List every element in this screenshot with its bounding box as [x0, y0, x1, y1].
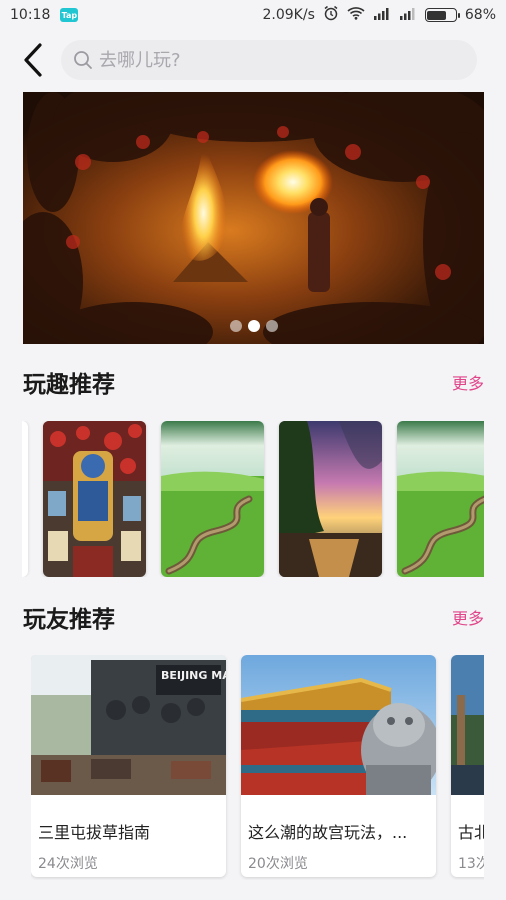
- friend-card-title: 三里屯拔草指南: [38, 823, 151, 842]
- clock: 10:18: [10, 7, 51, 23]
- friend-card-forbidden-city[interactable]: 这么潮的故宫玩法，... 20次浏览: [241, 655, 436, 877]
- river-sunset-image: [279, 421, 382, 577]
- friend-card-views: 13次: [458, 856, 484, 872]
- fun-carousel[interactable]: [22, 421, 484, 577]
- beijing-market-sign: BEIJING MARKET: [161, 669, 226, 682]
- friend-card-title: 古北: [458, 823, 484, 842]
- battery-icon: [424, 8, 460, 22]
- friend-section-title: 玩友推荐: [23, 607, 115, 633]
- carousel-dot[interactable]: [265, 320, 278, 332]
- fun-section-header: 玩趣推荐 更多: [23, 365, 484, 399]
- carousel-indicator: [23, 320, 484, 332]
- search-input[interactable]: [99, 49, 459, 71]
- battery-fill: [427, 10, 446, 20]
- friend-card-body: 古北 13次: [451, 799, 484, 873]
- friend-card-body: 这么潮的故宫玩法，... 20次浏览: [241, 799, 436, 873]
- forbidden-city-image: [241, 655, 436, 795]
- friend-card-gubei[interactable]: 古北 13次: [451, 655, 484, 877]
- fun-card-market[interactable]: [43, 421, 146, 577]
- status-bar: 10:18 Tap 2.09K/s 68%: [0, 0, 506, 30]
- banner-bonfire-image: [23, 92, 484, 344]
- back-button[interactable]: [14, 40, 52, 80]
- search-bar[interactable]: [61, 40, 477, 80]
- carousel-dot[interactable]: [229, 320, 242, 332]
- tap-app-icon: Tap: [60, 8, 79, 22]
- status-right: 2.09K/s 68%: [262, 5, 496, 25]
- friend-card-body: 三里屯拔草指南 24次浏览: [31, 799, 226, 873]
- fun-card-meadow-road[interactable]: [161, 421, 264, 577]
- fun-card-river-sunset[interactable]: [279, 421, 382, 577]
- meadow-road-image-2: [397, 421, 484, 577]
- carousel-dot-active[interactable]: [247, 320, 260, 332]
- meadow-road-image: [161, 421, 264, 577]
- fun-more-link[interactable]: 更多: [452, 370, 484, 394]
- network-speed: 2.09K/s: [262, 7, 315, 23]
- friend-card-views: 24次浏览: [38, 856, 98, 872]
- signal-icon: [399, 6, 417, 24]
- signal-hd-icon: [373, 6, 391, 24]
- banner-carousel[interactable]: [23, 92, 484, 344]
- friend-card-sanlitun[interactable]: BEIJING MARKET 三里屯拔草指南 24次浏览: [31, 655, 226, 877]
- market-image: [43, 421, 146, 577]
- battery-percent: 68%: [464, 7, 496, 23]
- search-icon: [74, 51, 92, 69]
- sanlitun-image: BEIJING MARKET: [31, 655, 226, 795]
- fun-card-meadow-road-2[interactable]: [397, 421, 484, 577]
- top-bar: [0, 30, 506, 90]
- gubei-image: [451, 655, 484, 795]
- fun-card-partial[interactable]: [22, 421, 28, 577]
- alarm-icon: [323, 5, 339, 25]
- back-arrow-icon: [24, 43, 42, 77]
- status-left: 10:18 Tap: [10, 7, 79, 23]
- wifi-icon: [347, 6, 365, 24]
- friend-card-views: 20次浏览: [248, 856, 308, 872]
- friend-card-title: 这么潮的故宫玩法，...: [248, 823, 408, 842]
- friend-track: BEIJING MARKET 三里屯拔草指南 24次浏览: [31, 655, 484, 877]
- friend-more-link[interactable]: 更多: [452, 605, 484, 629]
- fun-section-title: 玩趣推荐: [23, 372, 115, 398]
- fun-track: [43, 421, 484, 577]
- friend-section-header: 玩友推荐 更多: [23, 600, 484, 634]
- friend-carousel[interactable]: BEIJING MARKET 三里屯拔草指南 24次浏览: [31, 655, 484, 880]
